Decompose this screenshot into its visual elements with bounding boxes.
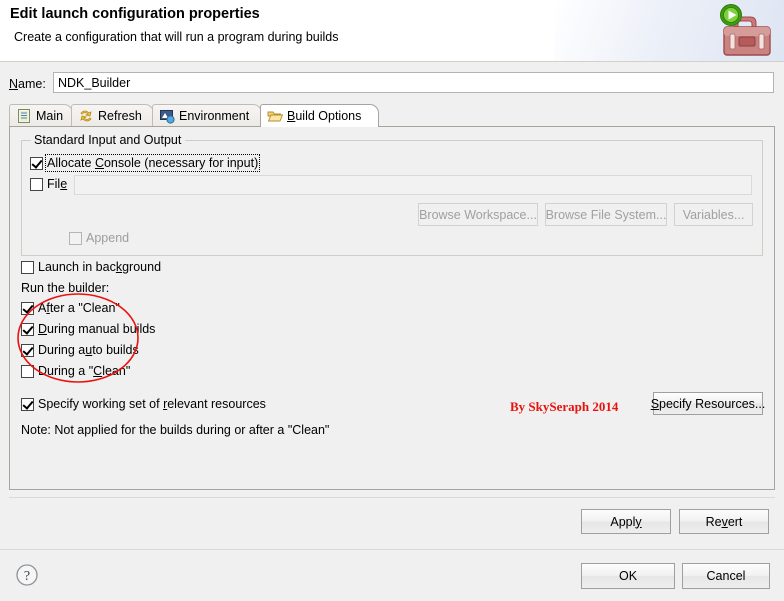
standard-io-group-title: Standard Input and Output xyxy=(31,133,186,147)
ok-label: OK xyxy=(618,569,638,583)
help-question-icon[interactable]: ? xyxy=(14,562,40,588)
browse-file-system-label: Browse File System... xyxy=(545,207,667,222)
open-folder-icon xyxy=(267,108,284,124)
during-a-clean-row[interactable]: During a "Clean" xyxy=(21,364,130,378)
file-label: File xyxy=(47,177,68,191)
name-row: Name: xyxy=(0,70,784,100)
specify-working-set-row[interactable]: Specify working set of relevant resource… xyxy=(21,397,266,411)
footer-separator xyxy=(0,549,784,550)
allocate-console-checkbox[interactable] xyxy=(30,156,43,170)
during-auto-builds-row[interactable]: During auto builds xyxy=(21,343,139,357)
tab-build-options-label: Build Options xyxy=(287,109,362,123)
run-the-builder-label: Run the builder: xyxy=(21,281,110,295)
specify-working-set-checkbox[interactable] xyxy=(21,397,34,411)
specify-resources-button[interactable]: Specify Resources... xyxy=(650,392,766,415)
revert-button[interactable]: Revert xyxy=(679,509,769,534)
tab-refresh-label: Refresh xyxy=(98,109,142,123)
during-auto-builds-label: During auto builds xyxy=(38,343,139,357)
name-label-mnemonic: N xyxy=(9,77,19,91)
file-checkbox[interactable] xyxy=(30,177,43,191)
tab-main[interactable]: Main xyxy=(9,104,73,127)
toolbox-run-icon xyxy=(712,1,776,61)
environment-icon xyxy=(159,108,175,124)
apply-revert-separator xyxy=(9,497,775,498)
name-input[interactable] xyxy=(53,72,774,93)
dialog-header: Edit launch configuration properties Cre… xyxy=(0,0,784,62)
allocate-console-row[interactable]: Allocate Console (necessary for input) xyxy=(30,154,261,172)
browse-workspace-button[interactable]: Browse Workspace... xyxy=(418,203,538,226)
specify-working-set-label: Specify working set of relevant resource… xyxy=(38,397,266,411)
tab-main-label: Main xyxy=(36,109,64,123)
after-a-clean-checkbox[interactable] xyxy=(21,301,34,315)
browse-file-system-button[interactable]: Browse File System... xyxy=(545,203,667,226)
page-subtitle: Create a configuration that will run a p… xyxy=(14,30,339,44)
launch-in-background-checkbox[interactable] xyxy=(21,260,34,274)
file-row[interactable]: File xyxy=(30,177,67,191)
variables-button[interactable]: Variables... xyxy=(674,203,753,226)
launch-in-background-row[interactable]: Launch in background xyxy=(21,260,161,274)
browse-workspace-label: Browse Workspace... xyxy=(419,207,537,222)
during-manual-builds-checkbox[interactable] xyxy=(21,322,34,336)
tab-environment-label: Environment xyxy=(179,109,250,123)
allocate-console-label: Allocate Console (necessary for input) xyxy=(44,154,261,172)
refresh-arrows-icon xyxy=(78,108,94,124)
during-manual-builds-label: During manual builds xyxy=(38,322,156,336)
clean-note: Note: Not applied for the builds during … xyxy=(21,423,330,437)
ok-button[interactable]: OK xyxy=(581,563,675,589)
svg-text:?: ? xyxy=(24,569,30,584)
variables-label: Variables... xyxy=(682,207,745,222)
cancel-label: Cancel xyxy=(706,569,746,583)
build-options-panel: Standard Input and Output Allocate Conso… xyxy=(9,127,775,490)
append-row[interactable]: Append xyxy=(69,231,129,245)
file-path-input[interactable] xyxy=(74,175,752,195)
after-a-clean-row[interactable]: After a "Clean" xyxy=(21,301,120,315)
append-checkbox[interactable] xyxy=(69,231,82,245)
during-manual-builds-row[interactable]: During manual builds xyxy=(21,322,155,336)
apply-button[interactable]: Apply xyxy=(581,509,671,534)
during-a-clean-label: During a "Clean" xyxy=(38,364,131,378)
page-title: Edit launch configuration properties xyxy=(10,6,260,22)
cancel-button[interactable]: Cancel xyxy=(682,563,770,589)
tab-refresh[interactable]: Refresh xyxy=(71,104,154,127)
after-a-clean-label: After a "Clean" xyxy=(38,301,120,315)
revert-label: Revert xyxy=(705,514,743,529)
tab-strip: Main Refresh Environment Build Options xyxy=(9,104,775,127)
tab-build-options[interactable]: Build Options xyxy=(260,104,379,127)
tab-environment[interactable]: Environment xyxy=(152,104,262,127)
append-label: Append xyxy=(86,231,130,245)
credit-watermark: By SkySeraph 2014 xyxy=(510,399,619,414)
name-label: Name: xyxy=(9,77,46,91)
specify-resources-label: Specify Resources... xyxy=(650,396,766,411)
apply-label: Apply xyxy=(610,514,642,529)
during-a-clean-checkbox[interactable] xyxy=(21,364,34,378)
during-auto-builds-checkbox[interactable] xyxy=(21,343,34,357)
document-icon xyxy=(16,108,32,124)
launch-in-background-label: Launch in background xyxy=(38,260,162,274)
